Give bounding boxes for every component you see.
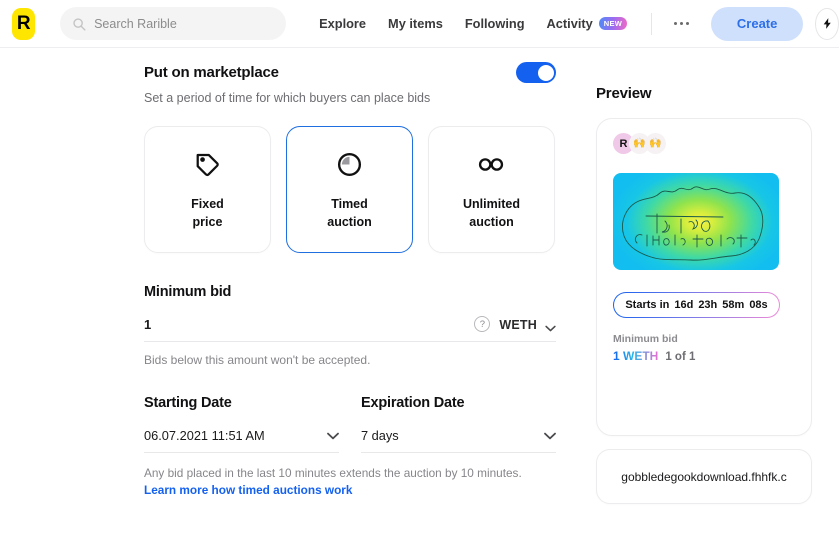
option-label: Fixed price — [191, 195, 224, 231]
currency-label: WETH — [499, 318, 537, 332]
preview-bid-amount: 1 WETH — [613, 349, 659, 363]
countdown-minutes: 58m — [722, 299, 745, 311]
countdown-seconds: 08s — [749, 299, 768, 311]
option-timed-auction[interactable]: Timed auction — [286, 126, 413, 253]
logo-letter: R — [16, 13, 31, 34]
avatar-label: 🙌 — [633, 138, 646, 149]
search-input[interactable] — [94, 16, 275, 31]
avatar-label: 🙌 — [649, 138, 662, 149]
expiration-date-value: 7 days — [361, 428, 399, 443]
option-unlimited-auction[interactable]: Unlimited auction — [428, 126, 555, 253]
countdown-days: 16d — [674, 299, 694, 311]
countdown-inner: Starts in 16d 23h 58m 08s — [614, 293, 779, 317]
preview-bid-line: 1 WETH 1 of 1 — [613, 349, 795, 363]
put-on-marketplace-toggle[interactable] — [516, 62, 556, 83]
countdown-badge: Starts in 16d 23h 58m 08s — [613, 292, 780, 318]
nav-item-explore[interactable]: Explore — [319, 16, 366, 31]
minimum-bid-input[interactable] — [144, 317, 475, 332]
option-label-line1: Fixed — [191, 196, 224, 211]
sale-type-options: Fixed price Timed auction Unlimited auct… — [144, 126, 556, 253]
dates-row: Starting Date 06.07.2021 11:51 AM Expira… — [144, 395, 556, 453]
rarible-logo[interactable]: R — [12, 7, 36, 40]
expiration-date-field: Expiration Date 7 days — [361, 395, 556, 453]
marketplace-form: Put on marketplace Set a period of time … — [144, 62, 556, 499]
avatar-label: R — [619, 137, 628, 150]
avatar-collection: 🙌 — [645, 133, 666, 154]
section-header: Put on marketplace — [144, 62, 556, 83]
dot — [673, 22, 677, 25]
search-icon — [73, 17, 86, 31]
countdown-prefix: Starts in — [625, 299, 670, 311]
starting-date-field: Starting Date 06.07.2021 11:51 AM — [144, 395, 339, 453]
nav-label: My items — [388, 16, 443, 31]
option-label: Unlimited auction — [463, 195, 520, 231]
header-divider — [651, 12, 652, 35]
nft-preview-card[interactable]: R 🙌 🙌 Starts in 16d 23h 58m 08s Minimum … — [596, 118, 812, 436]
auction-extension-note: Any bid placed in the last 10 minutes ex… — [144, 466, 522, 480]
chevron-down-icon-currency[interactable] — [545, 325, 556, 332]
preview-bid-edition: 1 of 1 — [665, 351, 696, 363]
minimum-bid-hint: Bids below this amount won't be accepted… — [144, 353, 371, 367]
section-title: Put on marketplace — [144, 64, 279, 81]
option-label-line2: auction — [469, 215, 514, 229]
starting-date-label: Starting Date — [144, 395, 232, 411]
nav-item-activity[interactable]: Activity NEW — [547, 16, 628, 31]
option-label-line2: auction — [327, 215, 372, 229]
countdown-hours: 23h — [698, 299, 718, 311]
preview-panel: Preview R 🙌 🙌 Starts in 16d 23h 58m 08s … — [596, 85, 812, 504]
timer-icon — [336, 148, 363, 182]
nav-label: Explore — [319, 16, 367, 31]
expiration-date-select[interactable]: 7 days — [361, 428, 556, 453]
learn-more-link[interactable]: Learn more how timed auctions work — [144, 483, 352, 497]
help-icon[interactable]: ? — [474, 316, 491, 332]
chevron-down-icon-expiration-date — [544, 432, 556, 439]
minimum-bid-row: ? WETH — [144, 316, 556, 342]
nav-item-following[interactable]: Following — [465, 16, 525, 31]
preview-minimum-bid-label: Minimum bid — [613, 333, 678, 345]
chevron-down-icon-starting-date — [327, 432, 339, 439]
starting-date-value: 06.07.2021 11:51 AM — [144, 428, 265, 443]
dot — [679, 22, 683, 25]
file-name-text: gobbledegookdownload.fhhfk.c — [621, 469, 787, 484]
option-label-line2: price — [192, 215, 223, 229]
lightning-bolt-button[interactable] — [815, 7, 839, 40]
nav-label: Following — [464, 16, 525, 31]
artwork-scribble-icon — [622, 186, 764, 261]
option-label: Timed auction — [327, 195, 371, 231]
more-options-icon[interactable] — [673, 22, 689, 25]
toggle-knob — [537, 64, 554, 81]
avatar-group: R 🙌 🙌 — [613, 133, 795, 154]
create-button[interactable]: Create — [710, 6, 804, 41]
infinity-icon — [476, 148, 507, 182]
section-subtitle: Set a period of time for which buyers ca… — [144, 91, 431, 105]
nav-label: Activity — [546, 16, 593, 31]
main-nav: Explore My items Following Activity NEW — [319, 16, 628, 31]
price-tag-icon — [194, 148, 221, 182]
nav-item-my-items[interactable]: My items — [388, 16, 443, 31]
preview-title: Preview — [596, 85, 652, 102]
option-label-line1: Unlimited — [463, 196, 520, 211]
top-navigation-bar: R Explore My items Following Activity NE… — [0, 0, 839, 48]
nft-artwork-thumbnail — [613, 173, 779, 270]
option-label-line1: Timed — [331, 196, 368, 211]
new-badge: NEW — [598, 16, 628, 31]
lightning-bolt-icon — [823, 18, 831, 29]
option-fixed-price[interactable]: Fixed price — [144, 126, 271, 253]
dot — [685, 22, 689, 25]
search-box[interactable] — [60, 7, 287, 40]
minimum-bid-title: Minimum bid — [144, 284, 232, 300]
file-name-card[interactable]: gobbledegookdownload.fhhfk.c — [596, 449, 812, 504]
starting-date-select[interactable]: 06.07.2021 11:51 AM — [144, 428, 339, 453]
expiration-date-label: Expiration Date — [361, 395, 465, 411]
